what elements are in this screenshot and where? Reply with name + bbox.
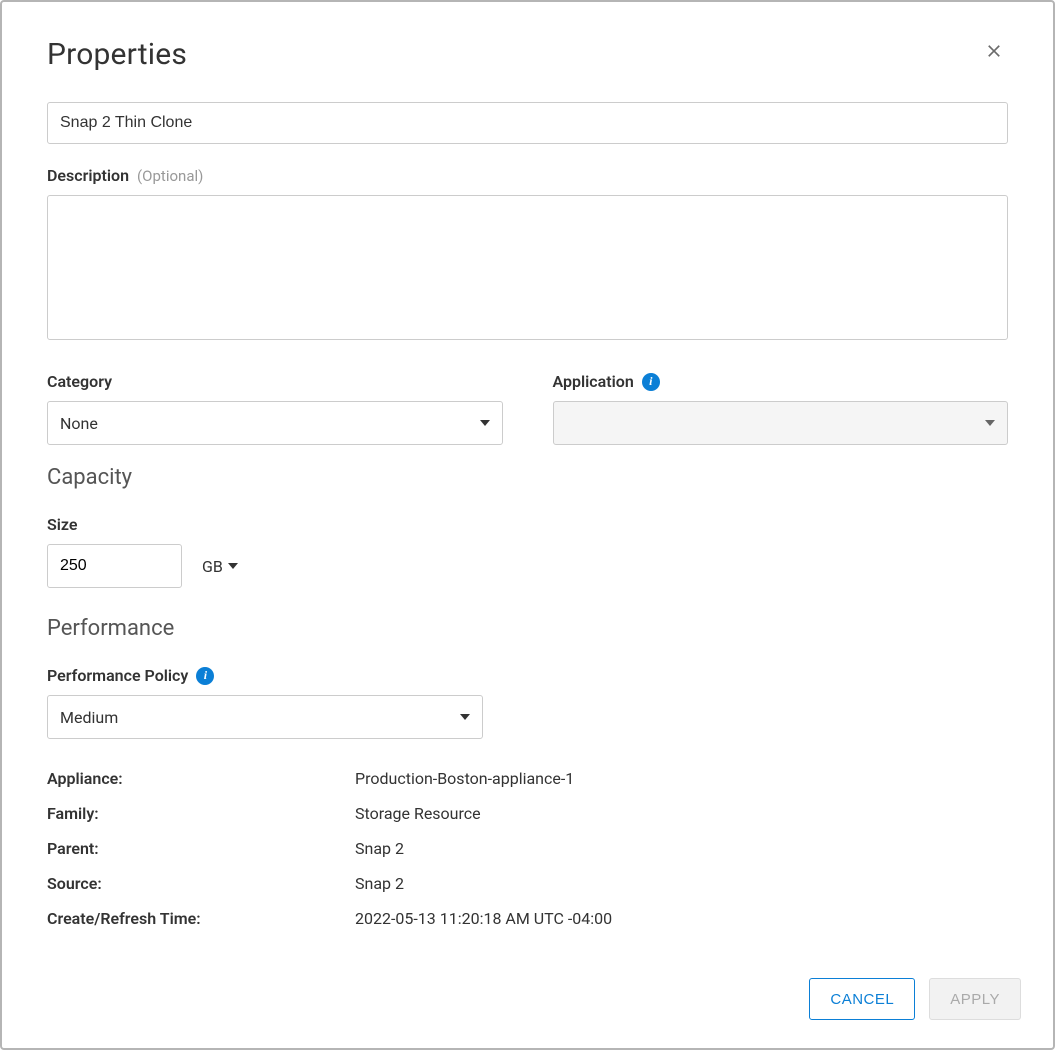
properties-dialog: Properties Description (Optional) Catego… — [0, 0, 1055, 1050]
size-input[interactable] — [47, 544, 182, 588]
performance-policy-select[interactable]: Medium — [47, 695, 483, 739]
meta-family-value: Storage Resource — [355, 804, 481, 823]
category-label: Category — [47, 372, 503, 391]
performance-heading: Performance — [47, 616, 1008, 641]
description-label: Description (Optional) — [47, 166, 1008, 185]
category-field: Category None — [47, 372, 503, 445]
application-select[interactable] — [553, 401, 1009, 445]
meta-parent-label: Parent: — [47, 839, 355, 858]
meta-family-label: Family: — [47, 804, 355, 823]
meta-source-value: Snap 2 — [355, 874, 404, 893]
performance-policy-value: Medium — [60, 708, 118, 727]
size-row: GB — [47, 544, 1008, 588]
close-button[interactable] — [980, 37, 1008, 65]
application-label-text: Application — [553, 372, 634, 391]
description-textarea[interactable] — [47, 195, 1008, 340]
meta-appliance: Appliance: Production-Boston-appliance-1 — [47, 761, 1008, 796]
meta-parent-value: Snap 2 — [355, 839, 404, 858]
name-input[interactable] — [47, 102, 1008, 144]
info-icon[interactable]: i — [642, 373, 660, 391]
dialog-title: Properties — [47, 37, 187, 72]
apply-button: APPLY — [929, 978, 1021, 1020]
meta-parent: Parent: Snap 2 — [47, 831, 1008, 866]
size-unit-select[interactable]: GB — [202, 557, 238, 576]
performance-policy-label: Performance Policy i — [47, 666, 1008, 685]
caret-down-icon — [985, 420, 995, 426]
description-optional: (Optional) — [137, 167, 203, 185]
caret-down-icon — [460, 714, 470, 720]
meta-source: Source: Snap 2 — [47, 866, 1008, 901]
caret-down-icon — [480, 420, 490, 426]
dialog-footer: CANCEL APPLY — [2, 955, 1053, 1048]
caret-down-icon — [228, 563, 238, 569]
meta-appliance-value: Production-Boston-appliance-1 — [355, 769, 574, 788]
info-icon[interactable]: i — [196, 667, 214, 685]
dialog-header: Properties — [47, 37, 1008, 72]
dialog-body: Properties Description (Optional) Catego… — [2, 2, 1053, 955]
category-application-row: Category None Application i — [47, 372, 1008, 445]
category-select[interactable]: None — [47, 401, 503, 445]
close-icon — [984, 41, 1004, 61]
meta-family: Family: Storage Resource — [47, 796, 1008, 831]
meta-appliance-label: Appliance: — [47, 769, 355, 788]
meta-created: Create/Refresh Time: 2022-05-13 11:20:18… — [47, 901, 1008, 936]
capacity-heading: Capacity — [47, 465, 1008, 490]
cancel-button[interactable]: CANCEL — [809, 978, 915, 1020]
meta-created-label: Create/Refresh Time: — [47, 909, 355, 928]
application-label: Application i — [553, 372, 1009, 391]
size-unit-value: GB — [202, 557, 223, 576]
performance-policy-label-text: Performance Policy — [47, 666, 188, 685]
category-value: None — [60, 414, 98, 433]
meta-created-value: 2022-05-13 11:20:18 AM UTC -04:00 — [355, 909, 612, 928]
description-label-text: Description — [47, 166, 129, 185]
size-label: Size — [47, 515, 1008, 534]
meta-source-label: Source: — [47, 874, 355, 893]
application-field: Application i — [553, 372, 1009, 445]
